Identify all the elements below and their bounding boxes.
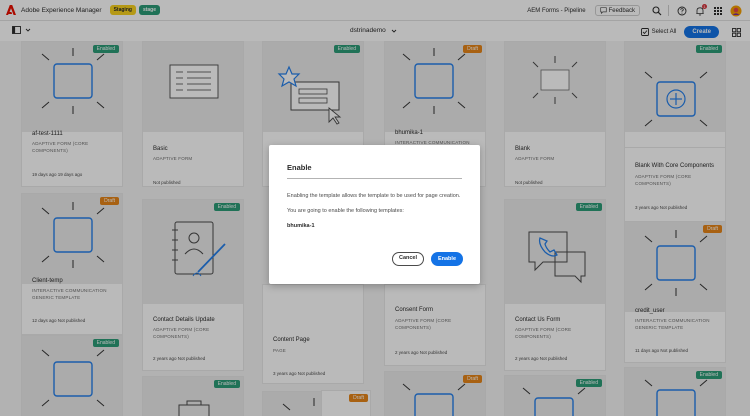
dialog-description: Enabling the template allows the templat… (287, 193, 461, 199)
dialog-divider (287, 178, 462, 179)
enable-button[interactable]: Enable (431, 252, 463, 266)
dialog-title: Enable (287, 163, 312, 172)
enable-dialog: Enable Enabling the template allows the … (269, 145, 480, 284)
dialog-template-name: bhumika-1 (287, 223, 315, 229)
cancel-button[interactable]: Cancel (392, 252, 424, 266)
dialog-instruction: You are going to enable the following te… (287, 208, 404, 214)
